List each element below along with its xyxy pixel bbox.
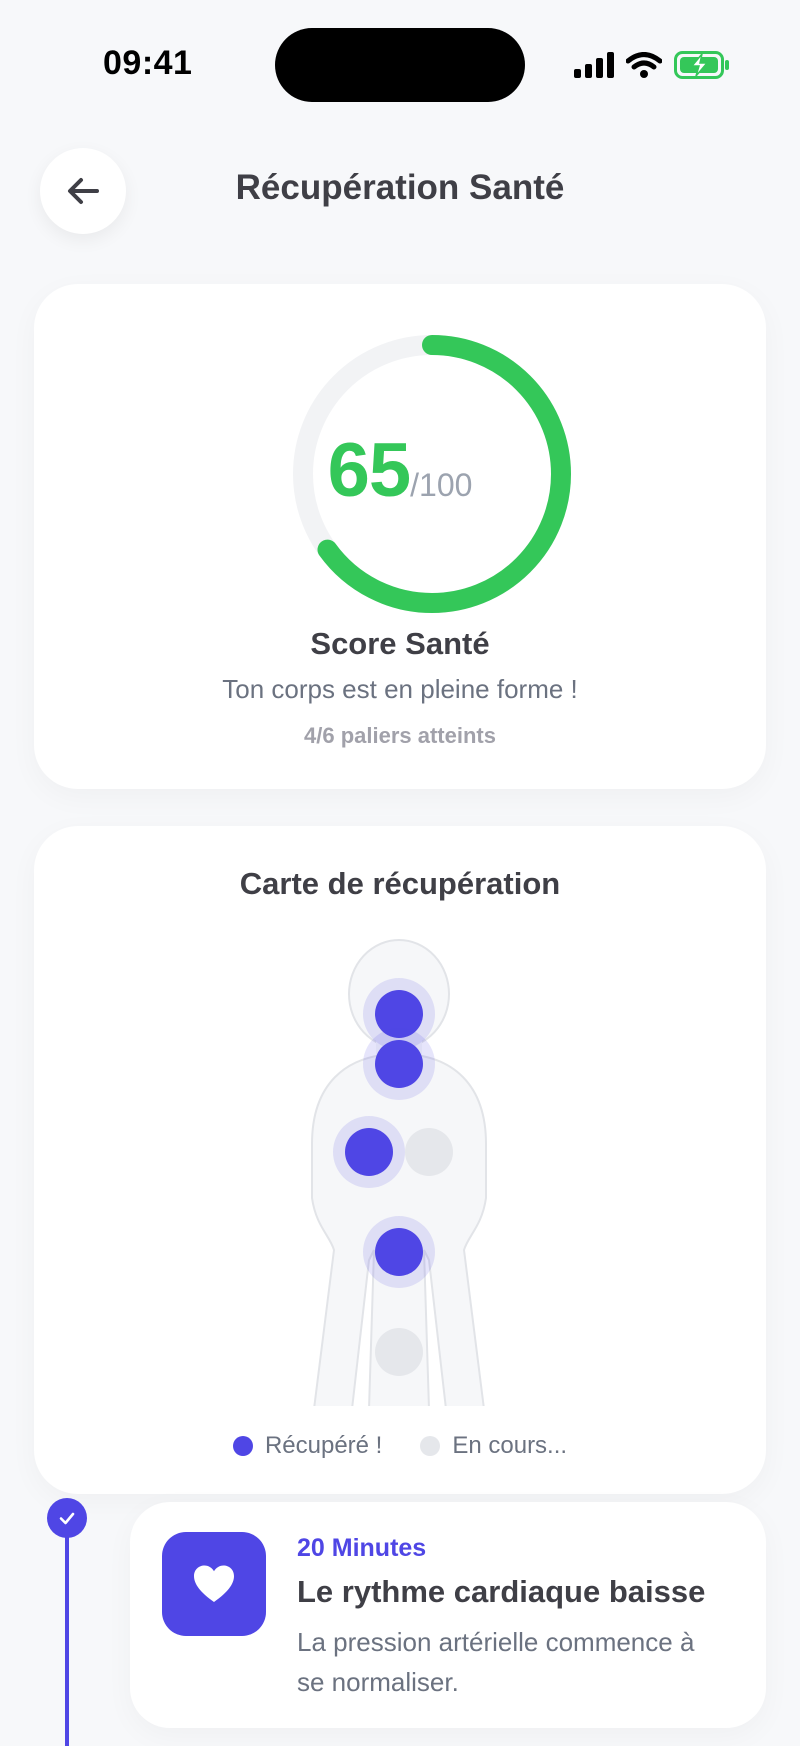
legend-recovered-dot xyxy=(232,1436,253,1456)
recovery-map-card: Carte de récupération Récupéré ! En cour… xyxy=(34,826,766,1494)
heart-icon xyxy=(194,1565,234,1602)
back-button[interactable] xyxy=(40,148,126,234)
signal-icon xyxy=(574,52,614,78)
score-subtitle: Ton corps est en pleine forme ! xyxy=(222,674,578,704)
score-number: 65 xyxy=(327,428,412,513)
score-value: 65/100 xyxy=(34,427,766,514)
map-legend: Récupéré ! En cours... xyxy=(34,1432,766,1460)
body-point-stomach[interactable] xyxy=(375,1228,423,1276)
recovery-map-title: Carte de récupération xyxy=(239,866,561,901)
legend-in-progress: En cours... xyxy=(420,1432,567,1460)
status-icons xyxy=(574,48,730,82)
score-max: /100 xyxy=(410,467,473,503)
body-point-neck[interactable] xyxy=(375,1040,423,1088)
legend-in-progress-dot xyxy=(420,1436,441,1456)
legend-in-progress-label: En cours... xyxy=(452,1432,568,1459)
dynamic-island xyxy=(275,28,525,102)
milestone-title: Le rythme cardiaque baisse xyxy=(297,1574,706,1609)
milestones-progress: 4/6 paliers atteints xyxy=(304,723,496,748)
body-map xyxy=(311,939,487,1406)
page-title: Récupération Santé xyxy=(235,168,565,207)
milestone-description: La pression artérielle commence à se nor… xyxy=(297,1627,695,1697)
milestone-card[interactable]: 20 Minutes Le rythme cardiaque baisse La… xyxy=(130,1502,766,1728)
wifi-icon xyxy=(626,52,662,78)
legend-recovered-label: Récupéré ! xyxy=(264,1432,383,1459)
check-icon xyxy=(59,1512,75,1525)
arrow-left-icon xyxy=(68,178,99,204)
body-point-pelvis[interactable] xyxy=(375,1328,423,1376)
legend-recovered: Récupéré ! xyxy=(232,1432,383,1460)
score-card: 65/100 Score Santé Ton corps est en plei… xyxy=(34,284,766,789)
body-point-right-lung[interactable] xyxy=(405,1128,453,1176)
score-title: Score Santé xyxy=(310,626,490,661)
status-bar: 09:41 xyxy=(0,0,800,130)
body-point-left-lung[interactable] xyxy=(345,1128,393,1176)
milestone-icon-tile xyxy=(162,1532,266,1636)
timeline-line xyxy=(65,1516,69,1746)
status-time: 09:41 xyxy=(103,44,193,82)
timeline-check-badge xyxy=(47,1498,87,1538)
milestone-time: 20 Minutes xyxy=(297,1534,427,1562)
battery-charging-icon xyxy=(674,51,729,79)
